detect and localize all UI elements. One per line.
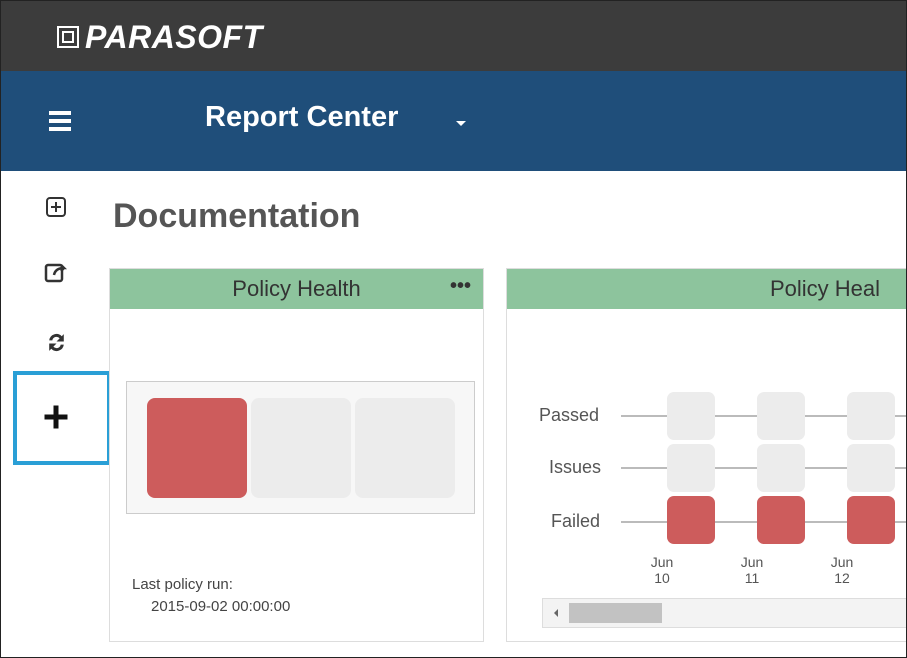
menu-icon[interactable] [49,111,71,131]
date-day: 12 [834,570,850,586]
more-icon[interactable]: ••• [450,275,471,298]
status-cell-failed[interactable] [757,496,805,544]
scroll-thumb[interactable] [569,603,662,623]
status-cell[interactable] [757,392,805,440]
refresh-icon[interactable] [41,327,71,357]
date-label: Jun 10 [637,554,687,586]
date-month: Jun [650,554,674,570]
page-title: Documentation [113,197,361,235]
policy-health-tiles [126,381,475,514]
app-window: PARASOFT Report Center Documentation Pol… [0,0,907,658]
logo-text: PARASOFT [85,18,263,55]
status-cell[interactable] [667,392,715,440]
expand-icon[interactable] [41,192,71,222]
date-month: Jun [740,554,764,570]
report-center-menu[interactable]: Report Center [205,101,398,134]
top-brand-bar: PARASOFT [1,1,906,71]
scroll-left-icon[interactable] [543,599,569,627]
health-tile[interactable] [355,398,455,498]
row-label-failed: Failed [551,511,601,531]
status-cell-failed[interactable] [847,496,895,544]
status-cell-failed[interactable] [667,496,715,544]
date-label: Jun 12 [817,554,867,586]
parasoft-mark-icon [57,26,79,48]
date-day: 10 [654,570,670,586]
health-tile-failed[interactable] [147,398,247,498]
row-label-passed: Passed [539,405,600,425]
parasoft-logo: PARASOFT [57,17,263,57]
status-cell[interactable] [667,444,715,492]
add-icon[interactable] [41,402,71,432]
chevron-down-icon[interactable] [456,121,466,126]
main-navbar: Report Center [1,71,906,171]
widget-header: Policy Health ••• [110,269,483,309]
last-run-value: 2015-09-02 00:00:00 [151,598,291,615]
last-run-label: Last policy run: [132,576,233,593]
row-label-issues: Issues [549,457,602,477]
widget-title: Policy Heal [770,276,881,301]
date-month: Jun [830,554,854,570]
widget-title: Policy Health [232,276,361,301]
health-tile[interactable] [251,398,351,498]
date-label: Jun 11 [727,554,777,586]
share-icon[interactable] [41,257,71,287]
status-cell[interactable] [847,392,895,440]
status-cell[interactable] [757,444,805,492]
horizontal-scrollbar[interactable] [542,598,906,628]
status-cell[interactable] [847,444,895,492]
date-day: 11 [744,570,760,586]
widget-header: Policy Heal [507,269,906,309]
